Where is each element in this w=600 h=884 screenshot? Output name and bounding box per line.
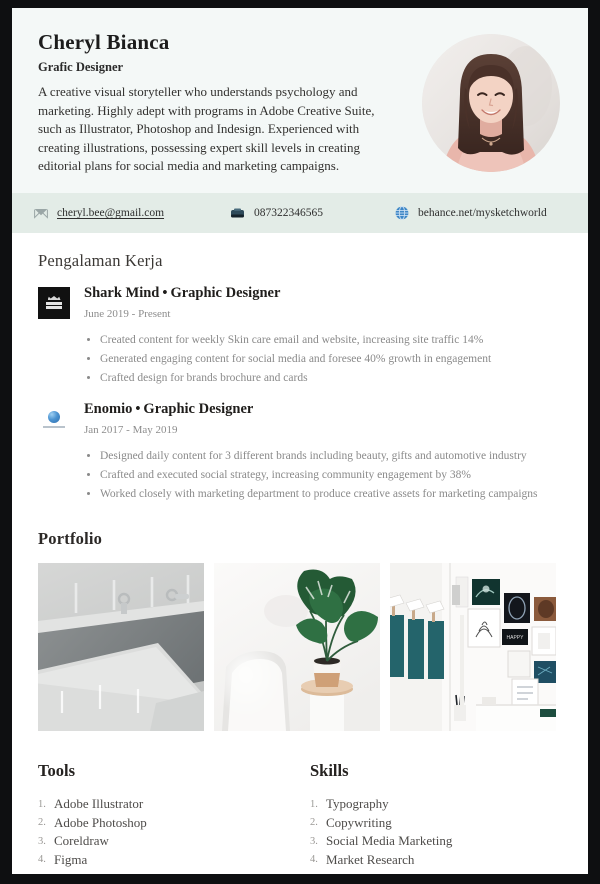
list-index: 2. — [310, 817, 318, 829]
portrait-photo-illustration — [422, 34, 560, 172]
gallery-wall-prints-photo: HAPPY — [390, 563, 556, 732]
avatar — [422, 34, 560, 172]
list-index: 3. — [38, 835, 46, 847]
list-item: Crafted and executed social strategy, in… — [100, 466, 562, 485]
list-item: 3. Coreldraw — [38, 832, 310, 850]
list-index: 2. — [38, 817, 46, 829]
experience-bullet-list: Designed daily content for 3 different b… — [84, 447, 562, 503]
list-item: 4. Market Research — [310, 851, 562, 869]
portfolio-grid: HAPPY — [38, 563, 562, 732]
list-item: 2. Adobe Photoshop — [38, 814, 310, 832]
svg-text:HAPPY: HAPPY — [507, 635, 525, 641]
tool-label: Adobe Illustrator — [54, 796, 144, 812]
skill-label: Copywriting — [326, 814, 392, 830]
tools-column: Tools 1. Adobe Illustrator 2. Adobe Photos… — [38, 761, 310, 869]
separator-dot: • — [135, 401, 141, 418]
company-logo-shark-mind — [38, 287, 70, 320]
white-chair-monstera-plant-photo — [214, 563, 380, 732]
portfolio-section-title: Portfolio — [38, 529, 103, 549]
portfolio-image-3[interactable]: HAPPY — [390, 563, 556, 732]
list-index: 4. — [310, 854, 318, 866]
list-item: Crafted design for brands brochure and c… — [100, 369, 562, 388]
tool-label: Adobe Photoshop — [54, 814, 147, 830]
list-item: 1. Typography — [310, 795, 562, 813]
company-name: Shark Mind — [84, 285, 160, 302]
skill-label: Social Media Marketing — [326, 833, 453, 849]
contact-email-text: cheryl.bee@gmail.com — [57, 207, 165, 220]
contact-phone[interactable]: 087322346565 — [230, 207, 395, 220]
contact-email[interactable]: cheryl.bee@gmail.com — [34, 207, 230, 219]
experience-item: Shark Mind • Graphic Designer June 2019 - … — [38, 285, 562, 387]
list-item: 1. Adobe Illustrator — [38, 795, 310, 813]
list-item: 2. Copywriting — [310, 814, 562, 832]
experience-item: Enomio • Graphic Designer Jan 2017 - May 2… — [38, 401, 562, 503]
gray-architectural-stairs-photo — [38, 563, 204, 732]
list-index: 1. — [38, 798, 46, 810]
profile-summary: A creative visual storyteller who unders… — [38, 84, 375, 173]
company-name: Enomio — [84, 401, 133, 418]
tools-title: Tools — [38, 761, 75, 781]
list-index: 1. — [310, 798, 318, 810]
skills-list: 1. Typography 2. Copywriting 3. Social Medi… — [310, 795, 562, 869]
list-item: Generated engaging content for social me… — [100, 350, 562, 369]
resume-body: Pengalaman Kerja Shark Mind • Graphic Desi… — [12, 233, 588, 869]
phone-icon — [231, 208, 244, 218]
skill-label: Market Research — [326, 851, 415, 867]
tool-label: Figma — [54, 851, 88, 867]
list-item: Created content for weekly Skin care ema… — [100, 331, 562, 350]
employment-dates: June 2019 - Present — [84, 308, 171, 321]
employment-dates: Jan 2017 - May 2019 — [84, 424, 178, 437]
skill-label: Typography — [326, 796, 389, 812]
contact-bar: cheryl.bee@gmail.com 087322346565 behanc… — [12, 193, 588, 234]
globe-icon — [395, 206, 409, 221]
list-index: 4. — [38, 854, 46, 866]
resume-header: Cheryl Bianca Grafic Designer A creative… — [12, 8, 588, 194]
company-logo-enomio — [38, 403, 70, 436]
device-frame: Cheryl Bianca Grafic Designer A creative… — [0, 0, 600, 884]
experience-section-title: Pengalaman Kerja — [38, 251, 163, 271]
resume-page: Cheryl Bianca Grafic Designer A creative… — [12, 8, 588, 874]
tool-label: Coreldraw — [54, 833, 109, 849]
contact-phone-text: 087322346565 — [254, 207, 323, 220]
separator-dot: • — [162, 285, 168, 302]
experience-bullet-list: Created content for weekly Skin care ema… — [84, 331, 562, 387]
portfolio-image-2[interactable] — [214, 563, 380, 732]
contact-website-text: behance.net/mysketchworld — [418, 207, 547, 220]
position-title: Graphic Designer — [143, 401, 254, 418]
contact-website[interactable]: behance.net/mysketchworld — [395, 206, 566, 221]
skills-column: Skills 1. Typography 2. Copywriting 3. Soci… — [310, 761, 562, 869]
list-index: 3. — [310, 835, 318, 847]
list-item: 3. Social Media Marketing — [310, 832, 562, 850]
tools-list: 1. Adobe Illustrator 2. Adobe Photoshop 3.… — [38, 795, 310, 869]
list-item: 4. Figma — [38, 851, 310, 869]
experience-heading: Shark Mind • Graphic Designer — [84, 285, 562, 302]
list-item: Designed daily content for 3 different b… — [100, 447, 562, 466]
position-title: Graphic Designer — [170, 285, 281, 302]
list-item: Worked closely with marketing department… — [100, 485, 562, 504]
experience-heading: Enomio • Graphic Designer — [84, 401, 562, 418]
tools-skills-section: Tools 1. Adobe Illustrator 2. Adobe Photos… — [38, 761, 562, 869]
skills-title: Skills — [310, 761, 349, 781]
envelope-icon — [34, 208, 48, 219]
portfolio-image-1[interactable] — [38, 563, 204, 732]
